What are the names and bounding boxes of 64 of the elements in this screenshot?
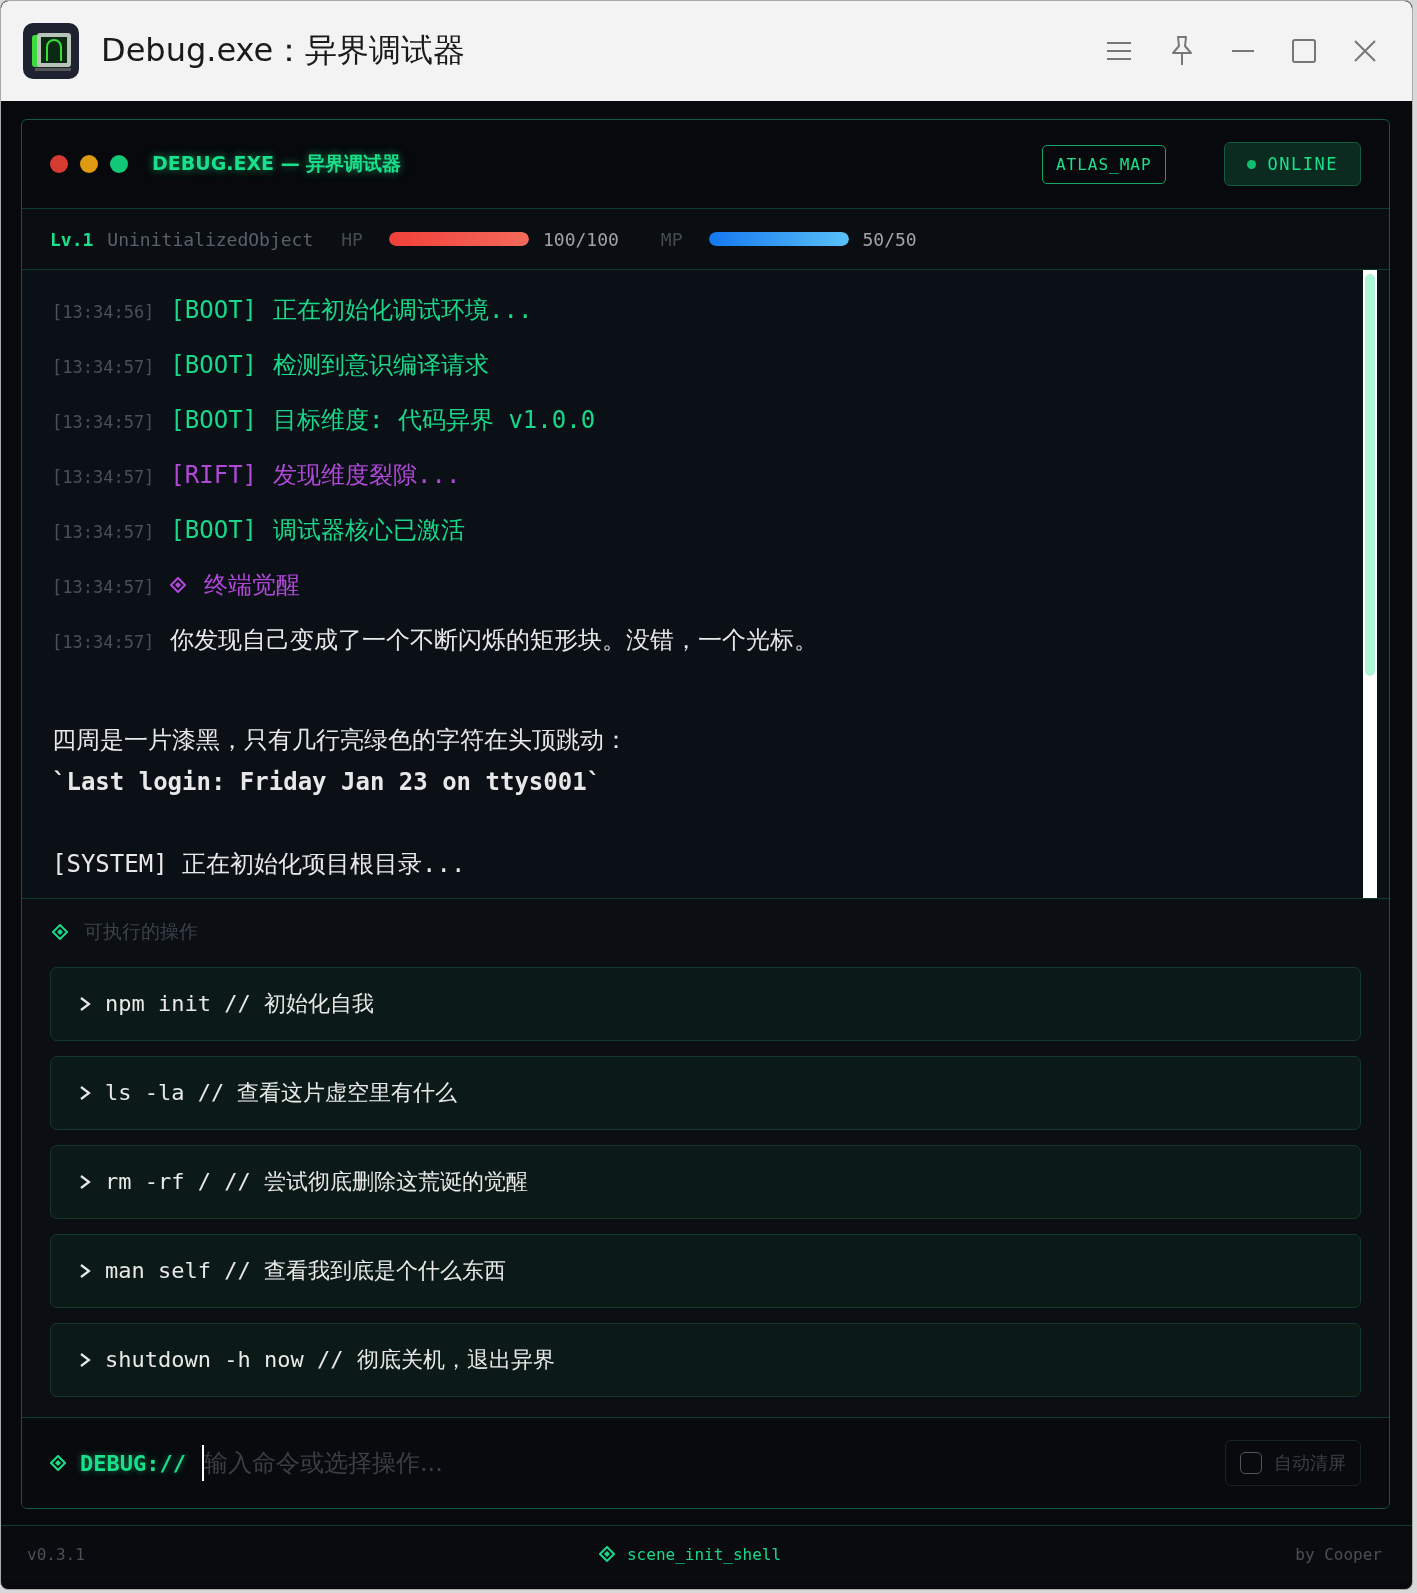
narrative-text: 正在初始化项目根目录... <box>181 850 466 878</box>
diamond-icon <box>50 1455 66 1471</box>
author-label: by Cooper <box>1295 1544 1382 1564</box>
app-icon <box>23 23 79 79</box>
pin-icon[interactable] <box>1170 36 1194 66</box>
maximize-icon[interactable] <box>1292 39 1316 63</box>
mp-label: MP <box>660 228 683 250</box>
command-input[interactable]: 输入命令或选择操作... <box>201 1445 1211 1481</box>
log-tag: [BOOT] <box>170 406 258 434</box>
log-message: 检测到意识编译请求 <box>273 350 490 381</box>
map-button[interactable]: ATLAS_MAP <box>1041 144 1166 184</box>
diamond-icon <box>52 924 68 940</box>
timestamp: [13:34:57] <box>52 522 155 542</box>
timestamp: [13:34:57] <box>52 577 155 597</box>
log-message: 你发现自己变成了一个不断闪烁的矩形块。没错，一个光标。 <box>170 625 819 656</box>
chevron-icon <box>79 1085 91 1101</box>
prompt-label: DEBUG:// <box>80 1450 186 1476</box>
panel-title: DEBUG.EXE — 异界调试器 <box>152 151 403 176</box>
log-message: 调试器核心已激活 <box>273 515 466 546</box>
action-button[interactable]: npm init // 初始化自我 <box>50 967 1361 1041</box>
log-tag: [BOOT] <box>170 516 258 544</box>
action-button[interactable]: ls -la // 查看这片虚空里有什么 <box>50 1056 1361 1130</box>
timestamp: [13:34:57] <box>52 467 155 487</box>
log-tag: [RIFT] <box>170 461 258 489</box>
mp-reading: 50/50 <box>862 228 917 250</box>
window-title: Debug.exe：异界调试器 <box>101 30 467 71</box>
chevron-icon <box>79 996 91 1012</box>
log-message: 发现维度裂隙... <box>273 460 461 491</box>
level-label: Lv.1 <box>50 228 94 250</box>
timestamp: [13:34:56] <box>52 302 155 322</box>
chevron-icon <box>79 1174 91 1190</box>
status-text: ONLINE <box>1267 154 1338 174</box>
log-message: 目标维度: 代码异界 v1.0.0 <box>273 405 596 436</box>
event-message: 终端觉醒 <box>204 570 301 601</box>
system-tag: [SYSTEM] <box>52 850 168 878</box>
diamond-icon <box>170 577 187 593</box>
action-button[interactable]: man self // 查看我到底是个什么东西 <box>50 1234 1361 1308</box>
log-tag: [BOOT] <box>170 296 258 324</box>
hp-reading: 100/100 <box>542 228 619 250</box>
character-name: UninitializedObject <box>107 228 314 250</box>
action-button[interactable]: rm -rf / // 尝试彻底删除这荒诞的觉醒 <box>50 1145 1361 1219</box>
scene-name: scene_init_shell <box>627 1544 782 1564</box>
chevron-icon <box>79 1263 91 1279</box>
log-message: 正在初始化调试环境... <box>273 295 533 326</box>
log-tag: [BOOT] <box>170 351 258 379</box>
close-dot[interactable] <box>50 155 68 173</box>
code-line: `Last login: Friday Jan 23 on ttys001` <box>52 767 603 798</box>
diamond-icon <box>599 1546 615 1562</box>
timestamp: [13:34:57] <box>52 357 155 377</box>
status-dot <box>1246 159 1256 169</box>
action-button[interactable]: shutdown -h now // 彻底关机，退出异界 <box>50 1323 1361 1397</box>
close-icon[interactable] <box>1354 40 1376 62</box>
hp-label: HP <box>341 228 363 250</box>
timestamp: [13:34:57] <box>52 412 155 432</box>
narrative-text: 四周是一片漆黑，只有几行亮绿色的字符在头顶跳动： <box>52 725 629 756</box>
menu-icon[interactable] <box>1106 41 1132 61</box>
scrollbar-thumb[interactable] <box>1365 274 1375 676</box>
minimize-icon[interactable] <box>1232 49 1254 53</box>
scrollbar[interactable] <box>1363 270 1377 898</box>
chevron-icon <box>79 1352 91 1368</box>
minimize-dot[interactable] <box>80 155 98 173</box>
version-label: v0.3.1 <box>27 1544 85 1564</box>
timestamp: [13:34:57] <box>52 632 155 652</box>
maximize-dot[interactable] <box>110 155 128 173</box>
